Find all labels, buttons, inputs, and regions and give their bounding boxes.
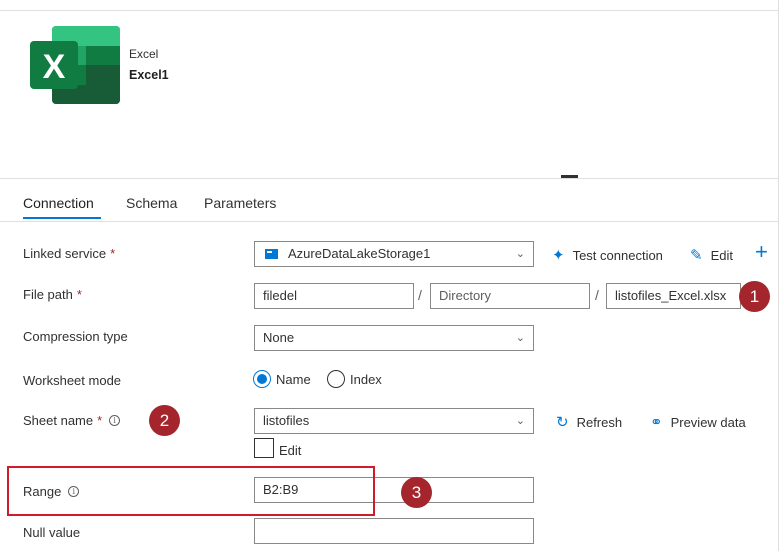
sheet-name-edit-checkbox[interactable] xyxy=(254,438,274,458)
preview-data-button[interactable]: ⚭ Preview data xyxy=(650,413,746,431)
worksheet-mode-label: Worksheet mode xyxy=(23,373,122,388)
callout-badge-1: 1 xyxy=(739,281,770,312)
top-border xyxy=(0,10,779,11)
range-highlight-box xyxy=(7,466,375,516)
compression-type-select[interactable]: None ⌄ xyxy=(254,325,534,351)
excel-icon: X xyxy=(30,26,120,104)
refresh-icon: ↻ xyxy=(556,414,569,431)
path-separator: / xyxy=(418,287,422,303)
worksheet-mode-index-label: Index xyxy=(350,372,382,387)
file-path-file-input[interactable]: listofiles_Excel.xlsx xyxy=(606,283,741,309)
svg-text:X: X xyxy=(43,48,66,86)
linked-service-label: Linked service * xyxy=(23,246,116,261)
callout-badge-2: 2 xyxy=(149,405,180,436)
sheet-name-edit-label: Edit xyxy=(279,443,302,458)
pencil-icon: ✎ xyxy=(690,247,703,264)
compression-type-label: Compression type xyxy=(23,329,128,344)
tab-divider xyxy=(0,221,779,222)
file-path-label: File path * xyxy=(23,287,82,302)
null-value-label: Null value xyxy=(23,525,81,540)
plug-icon: ✦ xyxy=(552,247,565,264)
worksheet-mode-name-radio[interactable] xyxy=(253,370,271,388)
worksheet-mode-name-label: Name xyxy=(276,372,311,387)
resource-type: Excel xyxy=(129,47,159,61)
chevron-down-icon: ⌄ xyxy=(515,415,525,427)
worksheet-mode-index-radio[interactable] xyxy=(327,370,345,388)
path-separator: / xyxy=(595,287,599,303)
resource-name: Excel1 xyxy=(129,68,169,82)
tab-connection[interactable]: Connection xyxy=(23,195,94,211)
add-icon[interactable]: + xyxy=(755,240,768,264)
panel-divider xyxy=(0,178,779,179)
file-path-directory-input[interactable]: Directory xyxy=(430,283,590,309)
storage-icon xyxy=(265,249,278,259)
file-path-container-input[interactable]: filedel xyxy=(254,283,414,309)
tab-schema[interactable]: Schema xyxy=(126,195,177,211)
refresh-button[interactable]: ↻ Refresh xyxy=(556,413,622,431)
null-value-input[interactable] xyxy=(254,518,534,544)
test-connection-button[interactable]: ✦ Test connection xyxy=(552,246,663,264)
sheet-name-select[interactable]: listofiles ⌄ xyxy=(254,408,534,434)
chevron-down-icon: ⌄ xyxy=(515,332,525,344)
sheet-name-label: Sheet name * i xyxy=(23,413,121,428)
chevron-down-icon: ⌄ xyxy=(515,248,525,260)
info-icon[interactable]: i xyxy=(109,415,121,426)
glasses-icon: ⚭ xyxy=(650,414,663,431)
linked-service-select[interactable]: AzureDataLakeStorage1 ⌄ xyxy=(254,241,534,267)
callout-badge-3: 3 xyxy=(401,477,432,508)
edit-linked-service-button[interactable]: ✎ Edit xyxy=(690,246,733,264)
active-tab-indicator xyxy=(23,217,101,219)
tab-parameters[interactable]: Parameters xyxy=(204,195,276,211)
